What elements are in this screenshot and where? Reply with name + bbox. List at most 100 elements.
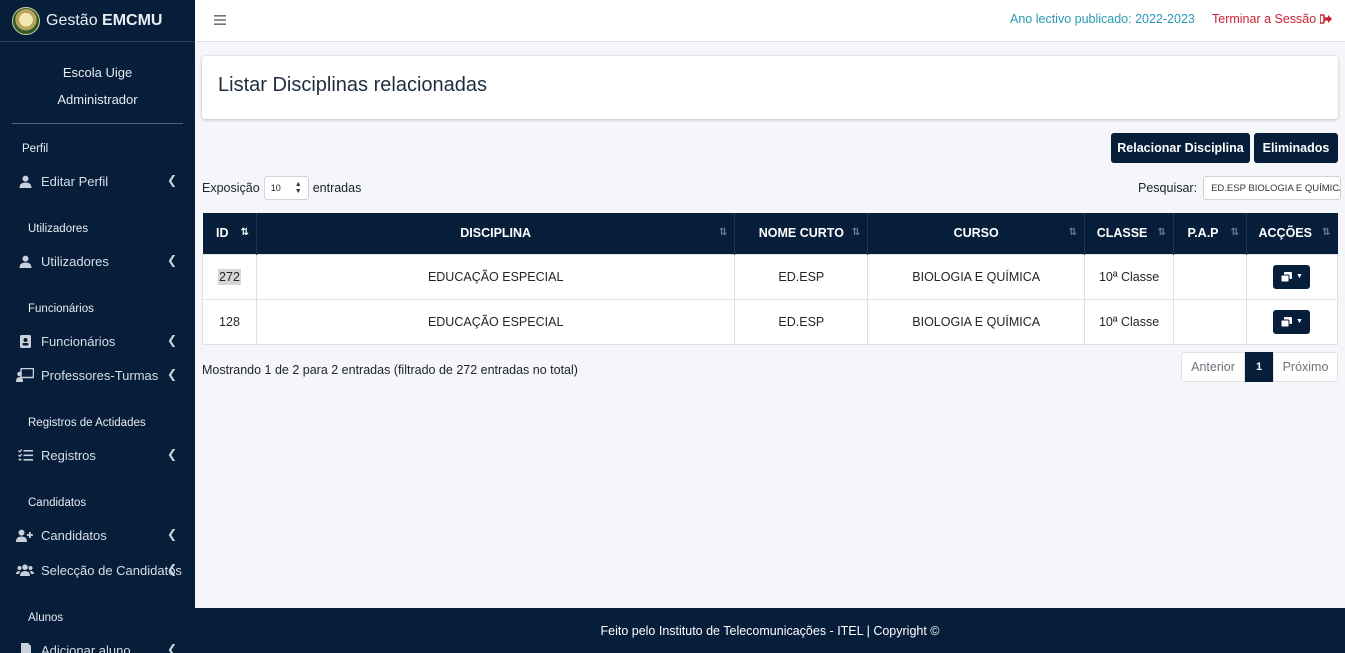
sidebar-item-editar-perfil[interactable]: Editar Perfil ❮ <box>0 168 195 194</box>
sort-icon: ⇅ <box>719 227 728 238</box>
sidebar-item-label: Professores-Turmas <box>41 367 159 383</box>
sidebar-item-candidatos[interactable]: Candidatos ❮ <box>0 522 195 548</box>
nav-header-funcionarios: Funcionários <box>28 303 94 315</box>
cell-pap <box>1173 253 1247 300</box>
sort-icon: ⇅ <box>851 227 861 238</box>
chevron-left-icon: ❮ <box>166 173 177 187</box>
sidebar-item-label: Candidatos <box>41 527 107 543</box>
sidebar-item-label: Selecção de Candidatos <box>41 562 182 578</box>
column-header-id[interactable]: ID ⇅ <box>202 213 257 254</box>
brand-logo <box>12 6 40 35</box>
user-school[interactable]: Escola Uige <box>12 59 183 86</box>
page-title: Listar Disciplinas relacionadas <box>218 74 488 96</box>
cell-accoes: ▼ <box>1245 298 1339 345</box>
user-icon <box>16 174 34 188</box>
sidebar-item-label: Adicionar aluno <box>41 642 131 653</box>
logout-link[interactable]: Terminar a Sessão <box>1212 12 1332 26</box>
entries-length-control: Exposição 10 ▲ ▼ entradas <box>202 176 361 200</box>
sidebar-item-seleccao-candidatos[interactable]: Selecção de Candidatos ❮ <box>0 557 195 583</box>
nav-header-candidatos: Candidatos <box>28 497 87 509</box>
entries-select[interactable]: 10 ▲ ▼ <box>263 176 309 200</box>
cell-nome-curto: ED.ESP <box>734 298 869 345</box>
user-panel: Escola Uige Administrador <box>12 42 183 124</box>
menu-toggle-icon[interactable] <box>214 12 226 30</box>
cell-classe: 10ª Classe <box>1084 298 1175 345</box>
actions-dropdown-button[interactable]: ▼ <box>1273 264 1311 289</box>
caret-down-icon: ▼ <box>1296 273 1303 280</box>
chevron-left-icon: ❮ <box>166 447 177 461</box>
cell-disciplina: EDUCAÇÃO ESPECIAL <box>255 253 736 300</box>
page-header-card: Listar Disciplinas relacionadas <box>202 56 1338 119</box>
sidebar-item-utilizadores[interactable]: Utilizadores ❮ <box>0 248 195 274</box>
sort-desc-icon: ⇅ <box>240 227 249 238</box>
entries-prefix: Exposição <box>202 181 260 195</box>
sign-out-icon <box>1318 12 1332 26</box>
pagination-previous[interactable]: Anterior <box>1181 352 1245 382</box>
copy-icon <box>1281 316 1293 327</box>
top-navbar: Ano lectivo publicado: 2022-2023 Termina… <box>195 0 1345 42</box>
entries-select-value: 10 <box>270 183 281 193</box>
nav-header-alunos: Alunos <box>28 612 64 624</box>
entries-suffix: entradas <box>312 181 362 195</box>
user-icon <box>16 254 34 268</box>
column-header-classe[interactable]: CLASSE ⇅ <box>1084 213 1175 254</box>
table-row: 272 EDUCAÇÃO ESPECIAL ED.ESP BIOLOGIA E … <box>202 253 1339 300</box>
chevron-left-icon: ❮ <box>166 642 177 653</box>
sidebar-item-label: Editar Perfil <box>41 173 109 189</box>
sort-icon: ⇅ <box>1157 227 1167 238</box>
id-badge-icon <box>16 334 34 348</box>
column-header-pap[interactable]: P.A.P ⇅ <box>1173 213 1247 254</box>
search-highlight: 272 <box>218 268 241 285</box>
chevron-left-icon: ❮ <box>166 253 177 267</box>
file-user-icon <box>16 643 34 653</box>
sidebar-item-label: Registros <box>41 447 96 463</box>
table-header-row: ID ⇅ DISCIPLINA ⇅ NOME CURTO ⇅ CURSO ⇅ CLASS… <box>202 213 1338 254</box>
cell-curso: BIOLOGIA E QUÍMICA <box>867 298 1086 345</box>
logout-label: Terminar a Sessão <box>1212 12 1317 26</box>
sort-icon: ⇅ <box>1230 227 1239 238</box>
cell-curso: BIOLOGIA E QUÍMICA <box>867 253 1086 300</box>
pagination: Anterior 1 Próximo <box>1181 352 1338 382</box>
pagination-page-1[interactable]: 1 <box>1245 352 1273 382</box>
sidebar-item-label: Funcionários <box>41 333 116 349</box>
column-header-accoes[interactable]: ACÇÕES ⇅ <box>1246 213 1338 254</box>
chevron-left-icon: ❮ <box>166 333 177 347</box>
pagination-next[interactable]: Próximo <box>1273 352 1338 382</box>
actions-dropdown-button[interactable]: ▼ <box>1273 309 1311 334</box>
academic-year-link[interactable]: Ano lectivo publicado: 2022-2023 <box>1010 12 1195 26</box>
chevron-left-icon: ❮ <box>166 367 177 381</box>
cell-id: 128 <box>202 298 257 345</box>
sidebar-item-registros[interactable]: Registros ❮ <box>0 442 195 468</box>
sidebar-item-professores-turmas[interactable]: Professores-Turmas ❮ <box>0 362 195 388</box>
sidebar-item-funcionarios[interactable]: Funcionários ❮ <box>0 328 195 354</box>
tasks-icon <box>16 448 34 462</box>
table-search: Pesquisar: ED.ESP BIOLOGIA E QUÍMICA <box>1138 176 1342 200</box>
cell-pap <box>1173 298 1247 345</box>
nav-header-perfil: Perfil <box>22 143 49 155</box>
chevron-left-icon: ❮ <box>166 527 177 541</box>
chalkboard-teacher-icon <box>16 368 34 382</box>
sidebar: Gestão EMCMU Escola Uige Administrador P… <box>0 0 195 653</box>
column-header-nome-curto[interactable]: NOME CURTO ⇅ <box>734 213 869 254</box>
deleted-button[interactable]: Eliminados <box>1254 133 1338 163</box>
column-header-disciplina[interactable]: DISCIPLINA ⇅ <box>256 213 736 254</box>
column-header-curso[interactable]: CURSO ⇅ <box>867 213 1086 254</box>
cell-accoes: ▼ <box>1245 253 1339 300</box>
chevron-left-icon: ❮ <box>166 562 177 576</box>
table-info: Mostrando 1 de 2 para 2 entradas (filtra… <box>202 363 578 377</box>
sort-icon: ⇅ <box>1322 227 1331 238</box>
nav-header-registros: Registros de Actidades <box>28 417 146 429</box>
search-input[interactable]: ED.ESP BIOLOGIA E QUÍMICA <box>1203 176 1342 200</box>
table-row: 128 EDUCAÇÃO ESPECIAL ED.ESP BIOLOGIA E … <box>202 298 1339 345</box>
cell-id: 272 <box>202 253 257 300</box>
sidebar-item-adicionar-aluno[interactable]: Adicionar aluno ❮ <box>0 637 195 653</box>
relate-discipline-button[interactable]: Relacionar Disciplina <box>1111 133 1250 163</box>
user-plus-icon <box>16 528 34 542</box>
footer: Feito pelo Instituto de Telecomunicações… <box>195 608 1345 653</box>
brand-link[interactable]: Gestão EMCMU <box>0 0 195 42</box>
cell-classe: 10ª Classe <box>1084 253 1175 300</box>
cell-nome-curto: ED.ESP <box>734 253 869 300</box>
user-role[interactable]: Administrador <box>12 86 183 113</box>
sidebar-item-label: Utilizadores <box>41 253 109 269</box>
disciplines-table: ID ⇅ DISCIPLINA ⇅ NOME CURTO ⇅ CURSO ⇅ CLASS… <box>202 213 1339 345</box>
